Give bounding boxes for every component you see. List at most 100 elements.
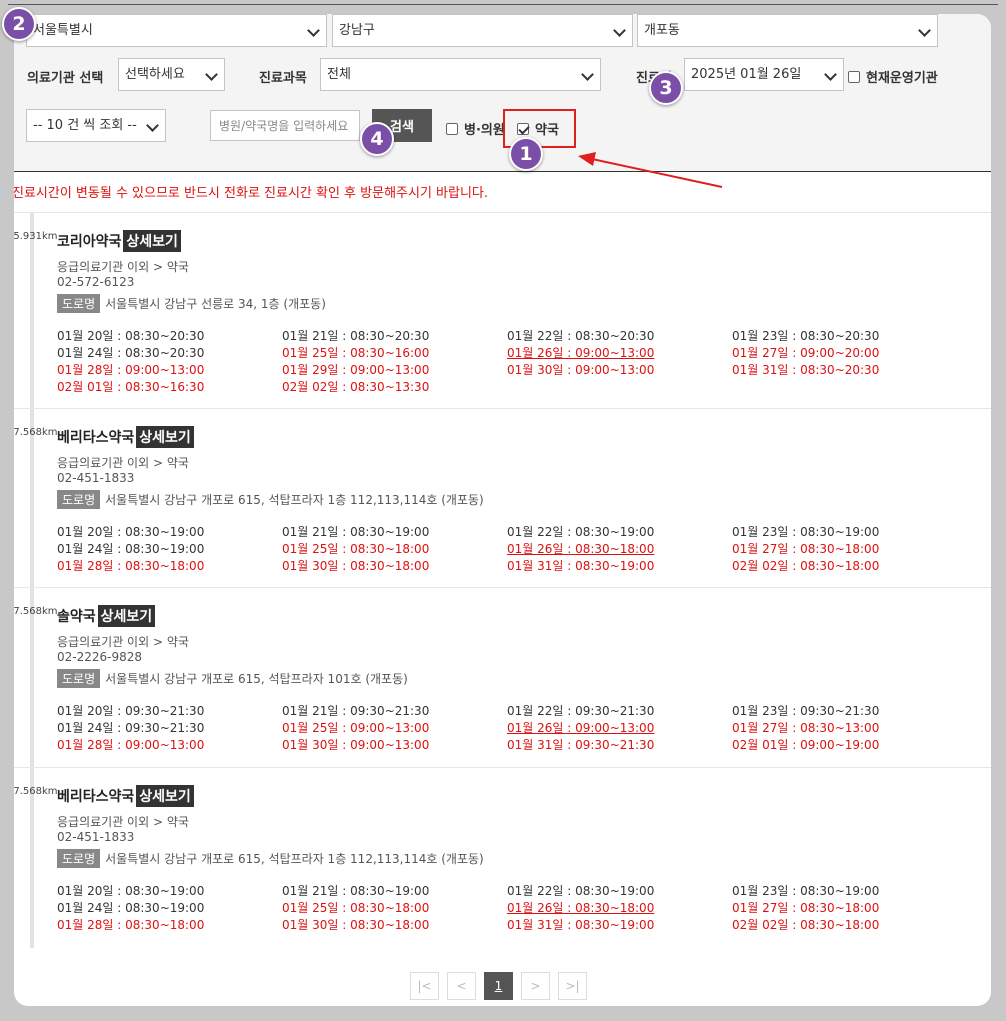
region-dong-value: 개포동 bbox=[644, 23, 680, 38]
schedule-entry: 01월 21일 : 08:30~20:30 bbox=[282, 329, 430, 343]
filter-area: 서울특별시 강남구 개포동 의료기관 선택 선택하세요 진료과목 전체 진료일 … bbox=[14, 14, 991, 172]
notice-text: 진료시간이 변동될 수 있으므로 반드시 전화로 진료시간 확인 후 방문해주시… bbox=[14, 186, 489, 201]
result-schedule: 01월 20일 : 08:30~19:00 01월 21일 : 08:30~19:… bbox=[57, 525, 957, 574]
department-label: 진료과목 bbox=[259, 71, 307, 86]
schedule-entry: 01월 24일 : 08:30~19:00 bbox=[57, 901, 205, 915]
main-panel: 서울특별시 강남구 개포동 의료기관 선택 선택하세요 진료과목 전체 진료일 … bbox=[14, 14, 991, 1006]
pagination-prev-button[interactable]: < bbox=[447, 972, 476, 1000]
schedule-entry: 01월 27일 : 09:00~20:00 bbox=[732, 346, 880, 360]
detail-view-button[interactable]: 상세보기 bbox=[97, 605, 156, 627]
step-badge-3: 3 bbox=[649, 71, 683, 105]
detail-view-button[interactable]: 상세보기 bbox=[136, 426, 194, 448]
pagination-next-button[interactable]: > bbox=[521, 972, 550, 1000]
pagination-first-button[interactable]: |< bbox=[410, 972, 439, 1000]
result-schedule: 01월 20일 : 09:30~21:30 01월 21일 : 09:30~21:… bbox=[57, 704, 957, 753]
schedule-entry: 02월 01일 : 08:30~16:30 bbox=[57, 380, 205, 394]
schedule-entry: 01월 26일 : 08:30~18:00 bbox=[507, 901, 655, 915]
schedule-entry: 01월 24일 : 08:30~20:30 bbox=[57, 346, 205, 360]
schedule-entry: 01월 30일 : 09:00~13:00 bbox=[507, 363, 655, 377]
schedule-entry: 01월 26일 : 08:30~18:00 bbox=[507, 542, 655, 556]
detail-view-button[interactable]: 상세보기 bbox=[136, 785, 194, 807]
schedule-entry: 01월 25일 : 09:00~13:00 bbox=[282, 721, 430, 735]
result-card: 15.931km 코리아약국 상세보기 응급의료기관 이외 > 약국 02-57… bbox=[14, 212, 991, 408]
region-city-select[interactable]: 서울특별시 bbox=[26, 14, 327, 47]
pharmacy-label: 약국 bbox=[535, 123, 559, 138]
schedule-entry: 01월 22일 : 08:30~20:30 bbox=[507, 329, 655, 343]
schedule-entry: 01월 26일 : 09:00~13:00 bbox=[507, 346, 655, 360]
result-name[interactable]: 베리타스약국 bbox=[57, 786, 134, 806]
schedule-entry: 01월 23일 : 09:30~21:30 bbox=[732, 704, 880, 718]
result-phone: 02-572-6123 bbox=[57, 275, 135, 289]
schedule-entry: 01월 31일 : 09:30~21:30 bbox=[507, 738, 655, 752]
chevron-down-icon bbox=[824, 68, 837, 81]
result-schedule: 01월 20일 : 08:30~20:30 01월 21일 : 08:30~20:… bbox=[57, 329, 957, 395]
checkbox-icon bbox=[446, 122, 458, 135]
hospital-label: 병·의원 bbox=[464, 123, 505, 138]
schedule-entry: 01월 27일 : 08:30~18:00 bbox=[732, 901, 880, 915]
result-name-row: 베리타스약국 상세보기 bbox=[57, 785, 194, 807]
result-distance: 17.568km bbox=[14, 786, 58, 797]
institution-select[interactable]: 선택하세요 bbox=[118, 58, 225, 91]
page-size-select[interactable]: -- 10 건 씩 조회 -- bbox=[26, 109, 166, 142]
pagination-last-button[interactable]: >| bbox=[558, 972, 587, 1000]
road-address-tag: 도로명 bbox=[57, 849, 101, 868]
schedule-entry: 01월 31일 : 08:30~19:00 bbox=[507, 918, 655, 932]
result-name-row: 솔약국 상세보기 bbox=[57, 605, 156, 627]
schedule-entry: 01월 25일 : 08:30~18:00 bbox=[282, 542, 430, 556]
result-phone: 02-2226-9828 bbox=[57, 650, 143, 664]
result-name[interactable]: 베리타스약국 bbox=[57, 427, 134, 447]
schedule-entry: 01월 26일 : 09:00~13:00 bbox=[507, 721, 655, 735]
schedule-entry: 01월 31일 : 08:30~20:30 bbox=[732, 363, 880, 377]
department-select[interactable]: 전체 bbox=[320, 58, 601, 91]
result-distance: 17.568km bbox=[14, 427, 58, 438]
schedule-entry: 01월 28일 : 08:30~18:00 bbox=[57, 559, 205, 573]
pagination: |< < 1 > >| bbox=[410, 972, 587, 1000]
road-address-tag: 도로명 bbox=[57, 669, 101, 688]
schedule-entry: 01월 21일 : 08:30~19:00 bbox=[282, 884, 430, 898]
schedule-entry: 02월 01일 : 09:00~19:00 bbox=[732, 738, 880, 752]
department-value: 전체 bbox=[327, 67, 351, 82]
schedule-entry: 01월 25일 : 08:30~18:00 bbox=[282, 901, 430, 915]
schedule-entry: 01월 30일 : 08:30~18:00 bbox=[282, 918, 430, 932]
result-address: 서울특별시 강남구 개포로 615, 석탑프라자 101호 (개포동) bbox=[105, 672, 408, 686]
result-distance: 15.931km bbox=[14, 231, 58, 242]
schedule-entry: 02월 02일 : 08:30~13:30 bbox=[282, 380, 430, 394]
schedule-entry: 01월 30일 : 09:00~13:00 bbox=[282, 738, 430, 752]
schedule-entry: 01월 28일 : 09:00~13:00 bbox=[57, 363, 205, 377]
region-district-value: 강남구 bbox=[339, 23, 375, 38]
date-select[interactable]: 2025년 01월 26일 bbox=[684, 58, 844, 91]
step-badge-1: 1 bbox=[509, 137, 543, 171]
schedule-entry: 01월 20일 : 08:30~19:00 bbox=[57, 884, 205, 898]
schedule-entry: 01월 24일 : 09:30~21:30 bbox=[57, 721, 205, 735]
result-name[interactable]: 코리아약국 bbox=[57, 231, 121, 251]
pharmacy-checkbox[interactable]: 약국 bbox=[517, 119, 559, 138]
result-phone: 02-451-1833 bbox=[57, 830, 135, 844]
step-badge-2: 2 bbox=[2, 7, 36, 41]
institution-value: 선택하세요 bbox=[125, 67, 185, 82]
result-schedule: 01월 20일 : 08:30~19:00 01월 21일 : 08:30~19:… bbox=[57, 884, 957, 933]
schedule-entry: 01월 29일 : 09:00~13:00 bbox=[282, 363, 430, 377]
result-address: 서울특별시 강남구 개포로 615, 석탑프라자 1층 112,113,114호… bbox=[105, 852, 484, 866]
region-dong-select[interactable]: 개포동 bbox=[637, 14, 938, 47]
result-address-row: 도로명 서울특별시 강남구 개포로 615, 석탑프라자 1층 112,113,… bbox=[57, 490, 484, 509]
operating-now-checkbox[interactable]: 현재운영기관 bbox=[848, 67, 938, 86]
search-input[interactable] bbox=[210, 110, 360, 141]
page-size-value: -- 10 건 씩 조회 -- bbox=[33, 118, 137, 133]
chevron-down-icon bbox=[581, 68, 594, 81]
hospital-checkbox[interactable]: 병·의원 bbox=[446, 119, 505, 138]
result-name[interactable]: 솔약국 bbox=[57, 606, 96, 626]
schedule-entry: 01월 31일 : 08:30~19:00 bbox=[507, 559, 655, 573]
institution-label: 의료기관 선택 bbox=[27, 71, 104, 86]
result-address-row: 도로명 서울특별시 강남구 개포로 615, 석탑프라자 1층 112,113,… bbox=[57, 849, 484, 868]
pagination-page-1[interactable]: 1 bbox=[484, 972, 513, 1000]
result-name-row: 코리아약국 상세보기 bbox=[57, 230, 181, 252]
result-category: 응급의료기관 이외 > 약국 bbox=[57, 456, 189, 470]
region-district-select[interactable]: 강남구 bbox=[332, 14, 633, 47]
schedule-entry: 02월 02일 : 08:30~18:00 bbox=[732, 918, 880, 932]
chevron-down-icon bbox=[205, 68, 218, 81]
detail-view-button[interactable]: 상세보기 bbox=[123, 230, 181, 252]
schedule-entry: 01월 22일 : 09:30~21:30 bbox=[507, 704, 655, 718]
result-card: 17.568km 솔약국 상세보기 응급의료기관 이외 > 약국 02-2226… bbox=[14, 587, 991, 767]
result-address-row: 도로명 서울특별시 강남구 개포로 615, 석탑프라자 101호 (개포동) bbox=[57, 669, 408, 688]
schedule-entry: 02월 02일 : 08:30~18:00 bbox=[732, 559, 880, 573]
